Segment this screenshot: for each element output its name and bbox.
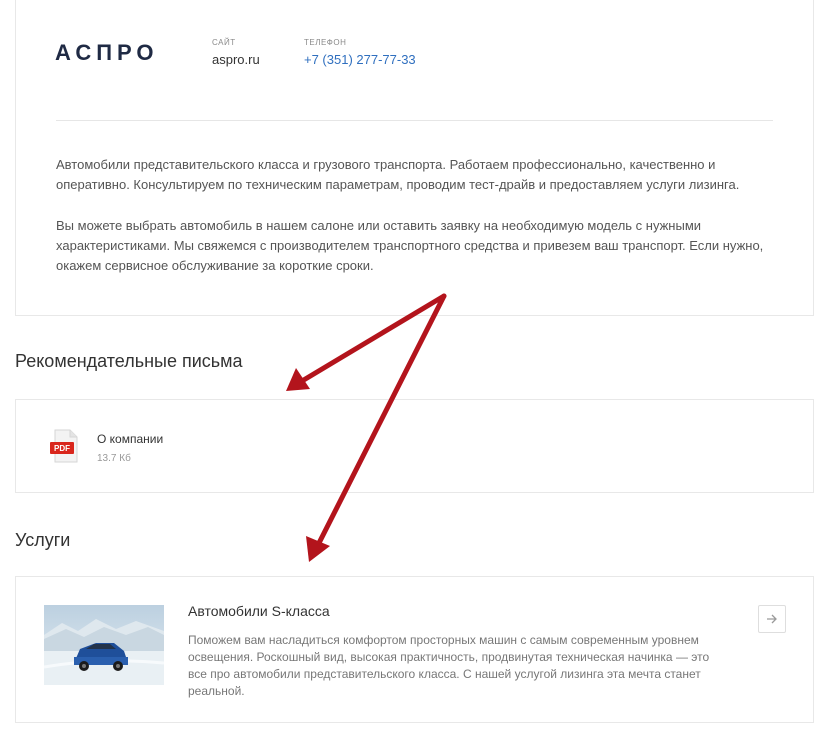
company-logo[interactable]: АСПРО xyxy=(55,40,159,66)
annotation-arrowhead-letters xyxy=(286,368,310,391)
service-description: Поможем вам насладиться комфортом просто… xyxy=(188,633,710,698)
arrow-right-icon[interactable] xyxy=(758,605,786,633)
phone-link[interactable]: +7 (351) 277-77-33 xyxy=(304,52,416,67)
phone-contact: ТЕЛЕФОН +7 (351) 277-77-33 xyxy=(304,38,416,67)
letters-card: PDF О компании 13.7 Кб xyxy=(15,399,814,493)
site-label: САЙТ xyxy=(212,38,236,47)
header-divider xyxy=(56,120,773,121)
site-contact: САЙТ aspro.ru xyxy=(212,38,260,67)
document-size: 13.7 Кб xyxy=(97,453,131,464)
service-title[interactable]: Автомобили S-класса xyxy=(188,603,330,619)
document-name[interactable]: О компании xyxy=(97,432,163,446)
services-section-title: Услуги xyxy=(15,530,71,550)
annotation-arrowhead-services xyxy=(306,536,330,562)
service-card[interactable]: Автомобили S-класса Поможем вам насладит… xyxy=(15,576,814,723)
pdf-icon-label: PDF xyxy=(54,444,70,453)
phone-label: ТЕЛЕФОН xyxy=(304,38,347,47)
company-card: АСПРО САЙТ aspro.ru ТЕЛЕФОН +7 (351) 277… xyxy=(15,0,814,316)
service-image[interactable] xyxy=(44,605,164,685)
about-paragraph-2: Вы можете выбрать автомобиль в нашем сал… xyxy=(56,218,764,273)
pdf-icon: PDF xyxy=(50,429,78,463)
site-link[interactable]: aspro.ru xyxy=(212,52,260,67)
about-paragraph-1: Автомобили представительского класса и г… xyxy=(56,157,740,192)
letters-section-title: Рекомендательные письма xyxy=(15,351,243,371)
